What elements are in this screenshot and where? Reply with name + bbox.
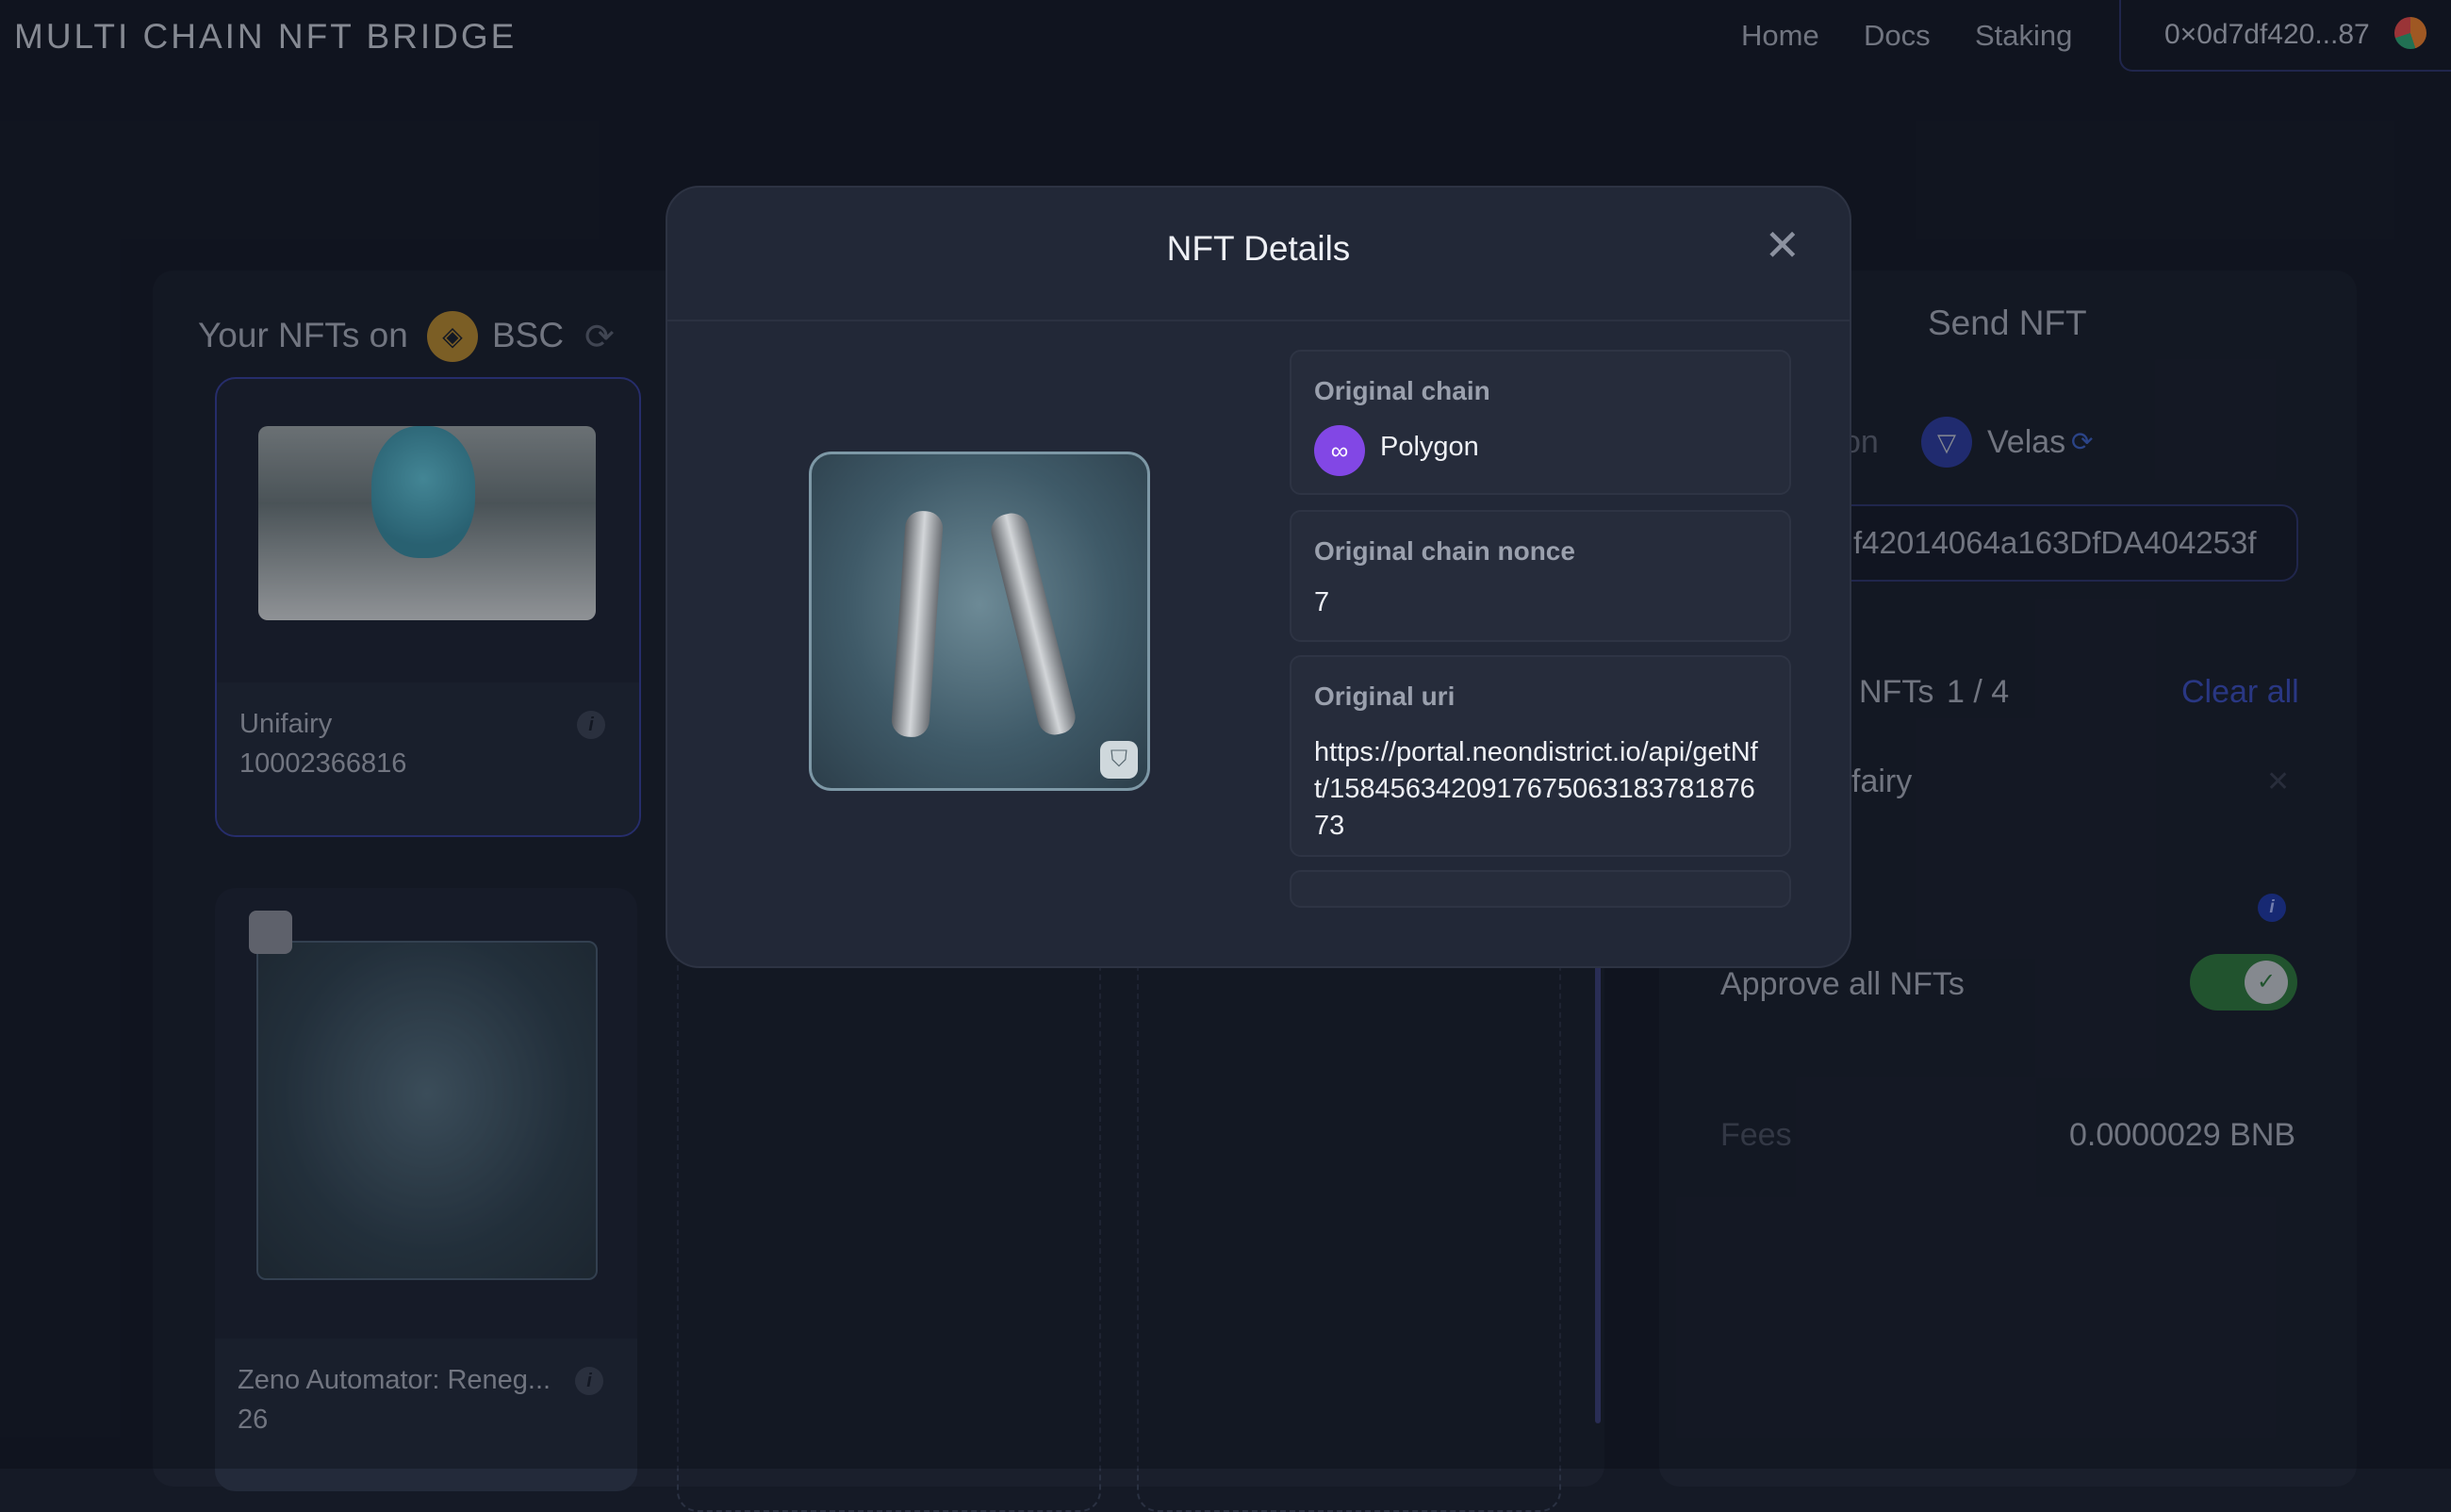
detail-original-chain: Original chain ∞ Polygon [1290, 350, 1791, 495]
nft-detail-image: ⛉ [809, 452, 1150, 791]
modal-title: NFT Details [1166, 229, 1351, 268]
nft-art-left-arm [890, 509, 945, 739]
nft-art-right-arm [987, 509, 1079, 739]
detail-box-partial [1290, 870, 1791, 908]
nft-details-modal: NFT Details ✕ ⛉ Original chain ∞ Polygon… [666, 186, 1851, 968]
shield-icon: ⛉ [1100, 741, 1138, 779]
polygon-icon: ∞ [1314, 425, 1365, 476]
detail-label: Original chain [1314, 376, 1490, 405]
close-icon[interactable]: ✕ [1764, 223, 1801, 267]
detail-label: Original uri [1314, 682, 1456, 711]
detail-original-chain-nonce: Original chain nonce 7 [1290, 510, 1791, 642]
detail-label: Original chain nonce [1314, 536, 1575, 566]
detail-value: 7 [1314, 587, 1330, 617]
modal-header: NFT Details ✕ [667, 188, 1850, 321]
detail-value: Polygon [1380, 432, 1479, 462]
detail-value[interactable]: https://portal.neondistrict.io/api/getNf… [1314, 734, 1767, 845]
detail-original-uri: Original uri https://portal.neondistrict… [1290, 655, 1791, 857]
